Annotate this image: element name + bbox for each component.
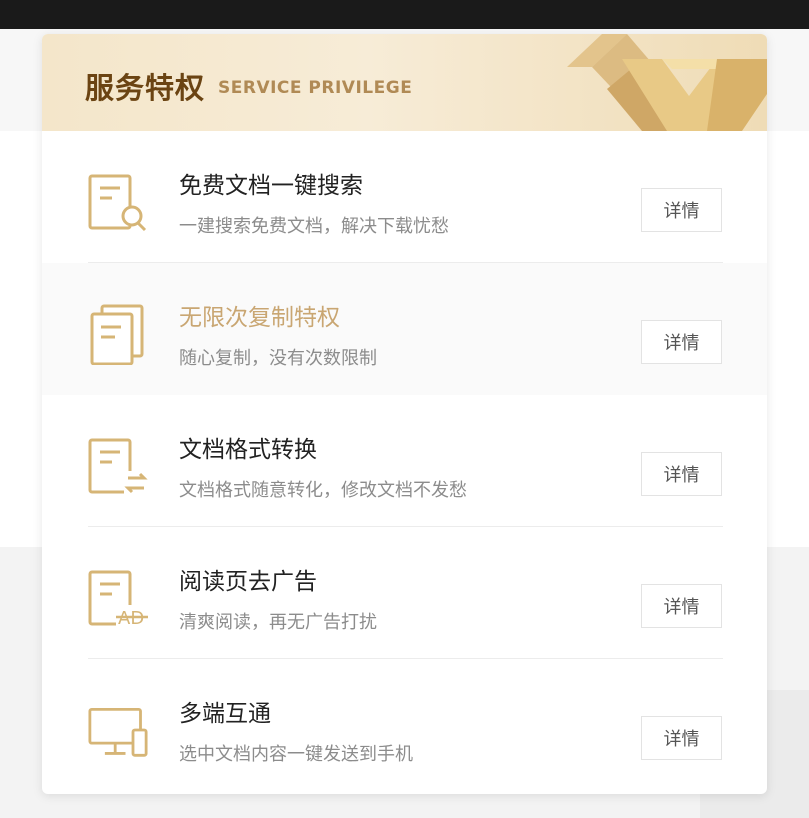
multi-device-icon: [88, 707, 148, 757]
feature-row-unlimited-copy: 无限次复制特权 随心复制，没有次数限制 详情: [42, 263, 767, 395]
details-button[interactable]: 详情: [641, 188, 722, 232]
feature-title: 无限次复制特权: [179, 305, 340, 331]
document-convert-icon: [88, 438, 148, 495]
svg-text:AD: AD: [118, 608, 144, 629]
feature-title: 文档格式转换: [179, 437, 317, 463]
details-button[interactable]: 详情: [641, 320, 722, 364]
feature-row-multi-device: 多端互通 选中文档内容一键发送到手机 详情: [42, 659, 767, 791]
feature-description: 随心复制，没有次数限制: [179, 348, 377, 369]
feature-row-free-search: 免费文档一键搜索 一建搜索免费文档，解决下载忧愁 详情: [42, 131, 767, 263]
details-button[interactable]: 详情: [641, 584, 722, 628]
popup-subtitle: SERVICE PRIVILEGE: [218, 78, 413, 98]
feature-title: 免费文档一键搜索: [179, 173, 363, 199]
feature-description: 一建搜索免费文档，解决下载忧愁: [179, 216, 449, 237]
vip-decoration-icon: [567, 34, 767, 131]
feature-description: 文档格式随意转化，修改文档不发愁: [179, 480, 467, 501]
feature-row-no-ads: AD 阅读页去广告 清爽阅读，再无广告打扰 详情: [42, 527, 767, 659]
document-search-icon: [88, 174, 147, 232]
details-button[interactable]: 详情: [641, 452, 722, 496]
feature-row-format-convert: 文档格式转换 文档格式随意转化，修改文档不发愁 详情: [42, 395, 767, 527]
feature-description: 选中文档内容一键发送到手机: [179, 744, 413, 765]
details-button[interactable]: 详情: [641, 716, 722, 760]
popup-title: 服务特权: [85, 71, 206, 105]
popup-header: 服务特权 SERVICE PRIVILEGE: [42, 34, 767, 131]
feature-title: 阅读页去广告: [179, 569, 317, 595]
feature-description: 清爽阅读，再无广告打扰: [179, 612, 377, 633]
feature-title: 多端互通: [179, 701, 271, 727]
no-ads-icon: AD: [88, 570, 148, 629]
copy-documents-icon: [90, 304, 144, 365]
service-privilege-popup: 服务特权 SERVICE PRIVILEGE 免费文档一键搜索 一建搜索免费文档…: [42, 34, 767, 794]
top-bar: [0, 0, 809, 29]
